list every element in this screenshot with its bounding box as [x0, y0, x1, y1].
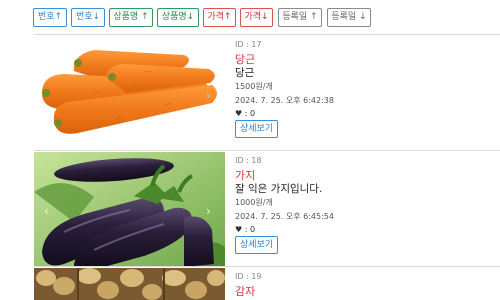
product-image-eggplant[interactable]: ‹ ›: [34, 152, 225, 267]
eggplant-image: [34, 152, 225, 267]
likes-count: : 0: [244, 109, 256, 118]
sort-name-asc-button[interactable]: 상품명 ↑: [109, 8, 153, 27]
product-image-potato[interactable]: [34, 268, 225, 300]
product-id: ID : 17: [235, 40, 262, 49]
product-likes: ♥ : 0: [235, 225, 255, 234]
carrot-image: [42, 50, 217, 134]
heart-icon[interactable]: ♥: [235, 109, 242, 118]
sort-toolbar: 번호↑ 번호↓ 상품명 ↑ 상품명↓ 가격↑ 가격↓ 등록일 ↑ 등록일 ↓: [0, 0, 500, 34]
sort-price-asc-button[interactable]: 가격↑: [203, 8, 236, 27]
product-date: 2024. 7. 25. 오후 6:45:54: [235, 212, 334, 221]
sort-name-desc-button[interactable]: 상품명↓: [157, 8, 199, 27]
product-description: 당근: [235, 67, 255, 79]
sort-id-asc-button[interactable]: 번호↑: [33, 8, 67, 27]
likes-count: : 0: [244, 225, 256, 234]
detail-button[interactable]: 상세보기: [235, 120, 279, 138]
product-price: 1000원/개: [235, 198, 273, 207]
product-description: 잘 익은 가지입니다.: [235, 183, 323, 195]
product-id: ID : 18: [235, 156, 262, 165]
product-name[interactable]: 감자: [235, 283, 255, 299]
heart-icon[interactable]: ♥: [235, 225, 242, 234]
sort-price-desc-button[interactable]: 가격↓: [240, 8, 273, 27]
product-id: ID : 19: [235, 272, 262, 281]
product-card: › ID : 17 당근 당근 1500원/개 2024. 7. 25. 오후 …: [34, 34, 500, 150]
chevron-right-icon[interactable]: ›: [206, 204, 211, 218]
potato-image: [34, 268, 225, 300]
product-card: ‹ › ID : 18 가지 잘 익은 가지입니다. 1000원/개 2024.…: [34, 150, 500, 267]
chevron-right-icon[interactable]: ›: [206, 89, 211, 103]
product-date: 2024. 7. 25. 오후 6:42:38: [235, 96, 334, 105]
product-image-carrot[interactable]: ›: [34, 41, 225, 149]
detail-button[interactable]: 상세보기: [235, 236, 279, 254]
product-price: 1500원/개: [235, 82, 273, 91]
product-card: ID : 19 감자: [34, 266, 500, 300]
sort-date-asc-button[interactable]: 등록일 ↑: [278, 8, 322, 27]
sort-date-desc-button[interactable]: 등록일 ↓: [327, 8, 371, 27]
product-likes: ♥ : 0: [235, 109, 255, 118]
sort-id-desc-button[interactable]: 번호↓: [71, 8, 105, 27]
chevron-left-icon[interactable]: ‹: [44, 204, 49, 218]
